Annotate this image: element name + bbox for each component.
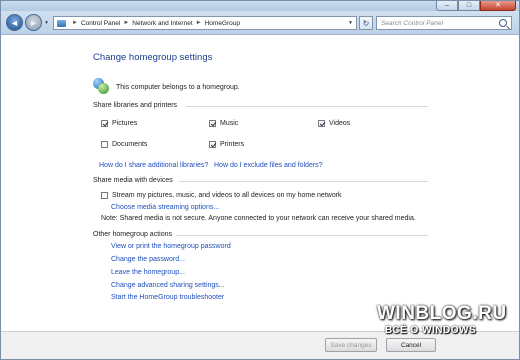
breadcrumb-separator-icon[interactable]: ►	[72, 20, 78, 26]
refresh-button[interactable]: ↻	[359, 16, 373, 30]
page-title: Change homegroup settings	[93, 52, 213, 63]
section-divider	[186, 106, 428, 107]
recent-pages-dropdown-icon[interactable]: ▼	[44, 20, 49, 26]
checkbox-checked-icon[interactable]	[101, 120, 108, 127]
section-divider	[179, 181, 428, 182]
checkbox-label: Stream my pictures, music, and videos to…	[112, 192, 342, 199]
search-box[interactable]: Search Control Panel	[376, 16, 512, 30]
checkbox-videos[interactable]: Videos	[318, 120, 350, 127]
section-divider	[176, 235, 428, 236]
watermark-logo: WINBLOG.RU ВСЁ О WINDOWS	[371, 303, 517, 347]
forward-button[interactable]: ►	[25, 14, 42, 31]
watermark-line1: WINBLOG.RU	[377, 303, 507, 324]
address-dropdown-icon[interactable]: ▼	[348, 20, 353, 26]
checkbox-label: Printers	[220, 141, 245, 148]
link-share-additional-libraries[interactable]: How do I share additional libraries?	[99, 162, 208, 169]
checkbox-checked-icon[interactable]	[318, 120, 325, 127]
checkbox-printers[interactable]: Printers	[209, 141, 244, 148]
checkbox-music[interactable]: Music	[209, 120, 238, 127]
section-share-libraries: Share libraries and printers	[93, 102, 428, 109]
checkbox-label: Music	[220, 120, 239, 127]
breadcrumb-network-and-internet[interactable]: Network and Internet	[132, 20, 192, 27]
minimize-button[interactable]: –	[436, 1, 458, 11]
checkbox-pictures[interactable]: Pictures	[101, 120, 137, 127]
search-icon[interactable]	[499, 19, 507, 27]
link-change-password[interactable]: Change the password...	[111, 256, 185, 263]
checkbox-documents[interactable]: Documents	[101, 141, 147, 148]
section-heading: Other homegroup actions	[93, 231, 172, 238]
caption-buttons: – □ ✕	[436, 1, 516, 11]
checkbox-checked-icon[interactable]	[209, 120, 216, 127]
link-advanced-sharing-settings[interactable]: Change advanced sharing settings...	[111, 282, 225, 289]
search-input[interactable]: Search Control Panel	[377, 20, 499, 27]
link-leave-homegroup[interactable]: Leave the homegroup...	[111, 269, 185, 276]
homegroup-icon	[93, 78, 109, 94]
breadcrumb-control-panel[interactable]: Control Panel	[81, 20, 120, 27]
section-heading: Share libraries and printers	[93, 102, 178, 109]
close-button[interactable]: ✕	[480, 1, 516, 11]
checkbox-label: Videos	[329, 120, 351, 127]
link-view-print-password[interactable]: View or print the homegroup password	[111, 243, 231, 250]
checkbox-unchecked-icon[interactable]	[101, 141, 108, 148]
breadcrumb-separator-icon[interactable]: ►	[123, 20, 129, 26]
section-share-media: Share media with devices	[93, 177, 428, 184]
link-media-streaming-options[interactable]: Choose media streaming options...	[111, 204, 219, 211]
back-button[interactable]: ◄	[6, 14, 23, 31]
section-other-actions: Other homegroup actions	[93, 231, 428, 238]
maximize-button[interactable]: □	[458, 1, 480, 11]
link-exclude-files-folders[interactable]: How do I exclude files and folders?	[214, 162, 323, 169]
control-panel-icon	[57, 19, 66, 27]
control-panel-window: – □ ✕ ◄ ► ▼ ► Control Panel ► Network an…	[0, 0, 520, 360]
watermark-line2: ВСЁ О WINDOWS	[385, 325, 477, 336]
security-note: Note: Shared media is not secure. Anyone…	[101, 215, 416, 222]
title-bar: – □ ✕	[1, 1, 519, 11]
homegroup-status-text: This computer belongs to a homegroup.	[116, 84, 240, 91]
checkbox-checked-icon[interactable]	[209, 141, 216, 148]
navigation-bar: ◄ ► ▼ ► Control Panel ► Network and Inte…	[1, 11, 519, 35]
checkbox-stream-media[interactable]: Stream my pictures, music, and videos to…	[101, 192, 342, 199]
checkbox-label: Pictures	[112, 120, 138, 127]
breadcrumb-separator-icon[interactable]: ►	[196, 20, 202, 26]
section-heading: Share media with devices	[93, 177, 173, 184]
checkbox-unchecked-icon[interactable]	[101, 192, 108, 199]
save-changes-button[interactable]: Save changes	[325, 338, 377, 352]
link-homegroup-troubleshooter[interactable]: Start the HomeGroup troubleshooter	[111, 294, 224, 301]
checkbox-label: Documents	[112, 141, 148, 148]
breadcrumb-homegroup[interactable]: HomeGroup	[205, 20, 240, 27]
main-content: Change homegroup settings This computer …	[1, 36, 519, 331]
address-bar[interactable]: ► Control Panel ► Network and Internet ►…	[53, 16, 357, 30]
